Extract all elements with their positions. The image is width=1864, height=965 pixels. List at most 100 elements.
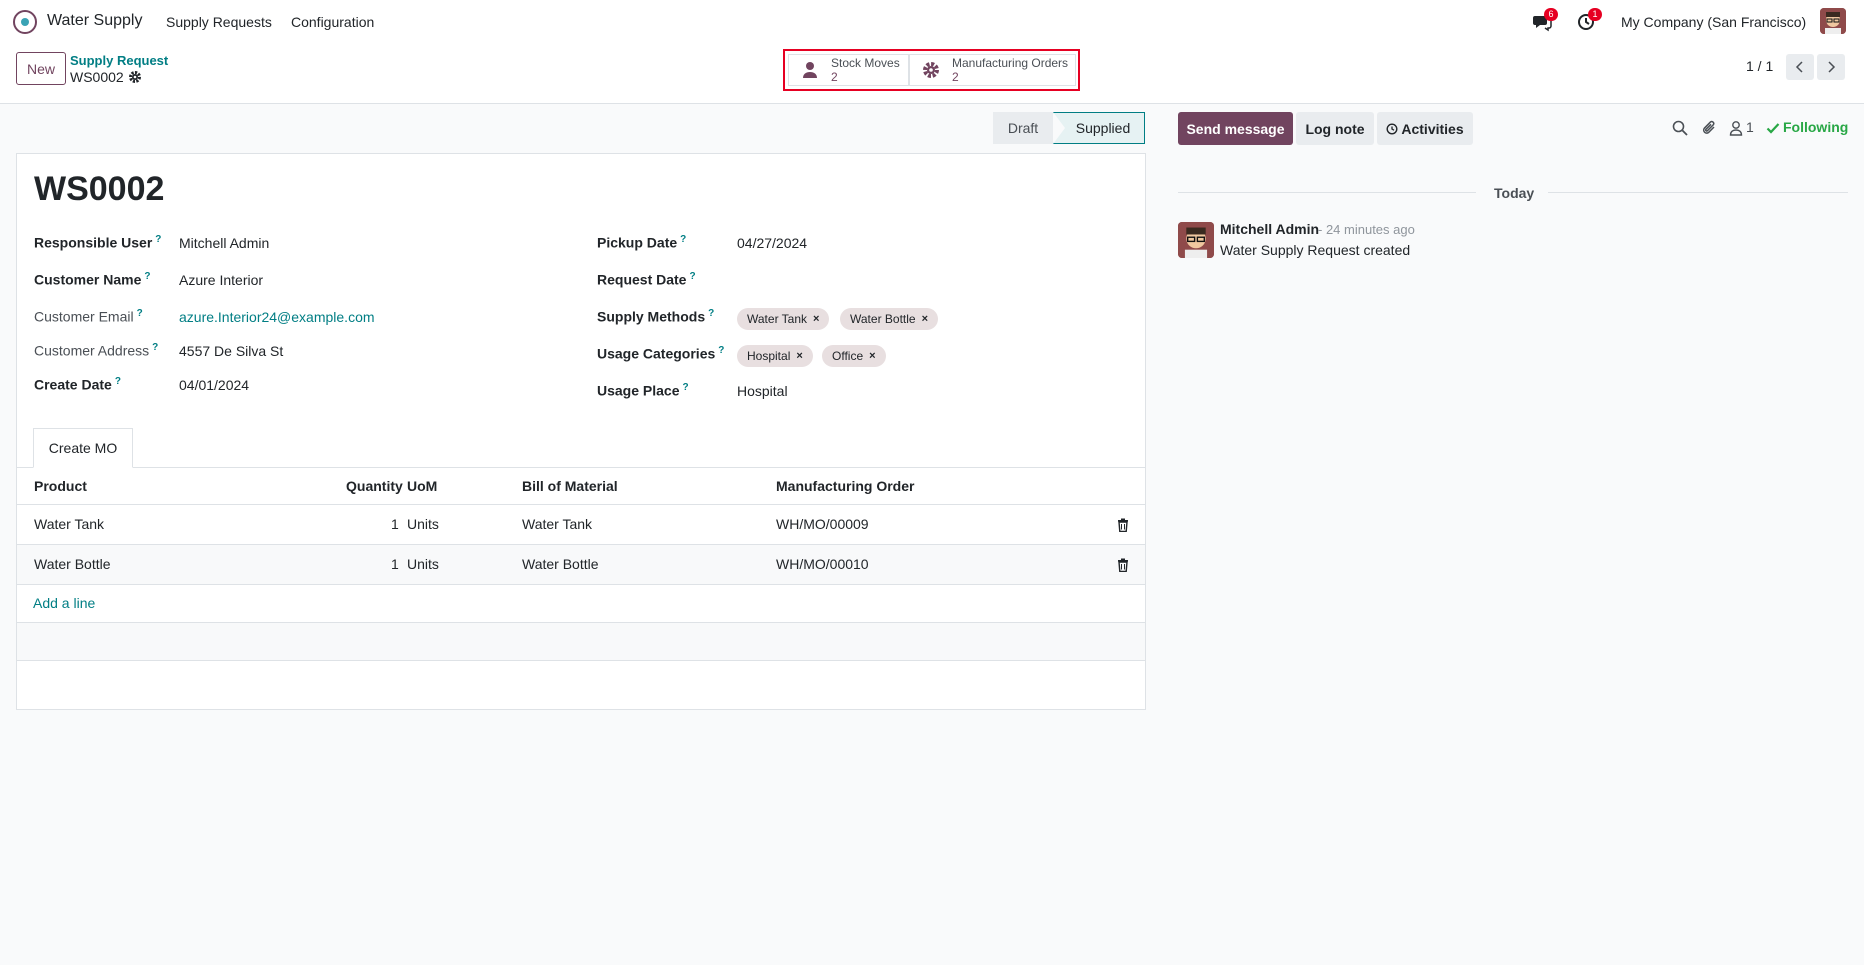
breadcrumb-record-name: WS0002 <box>70 69 124 85</box>
message-author[interactable]: Mitchell Admin <box>1220 221 1319 237</box>
pager-value[interactable]: 1 / 1 <box>1746 58 1773 74</box>
pager-previous-button[interactable] <box>1786 54 1814 80</box>
table-row[interactable]: Water Tank 1 Units Water Tank WH/MO/0000… <box>17 504 1145 544</box>
paperclip-icon[interactable] <box>1701 119 1719 137</box>
help-icon[interactable]: ? <box>718 345 724 356</box>
table-empty-row <box>17 622 1145 660</box>
message-author-avatar[interactable] <box>1178 222 1214 258</box>
top-navbar: Water Supply Supply Requests Configurati… <box>0 0 1864 44</box>
record-title[interactable]: WS0002 <box>34 170 164 209</box>
help-icon[interactable]: ? <box>680 234 686 245</box>
table-add-row: Add a line <box>17 584 1145 624</box>
tag-label: Hospital <box>747 349 791 363</box>
cell-manufacturing-order[interactable]: WH/MO/00009 <box>776 516 869 532</box>
usage-place-value[interactable]: Hospital <box>737 383 788 399</box>
new-button[interactable]: New <box>16 52 66 85</box>
activities-button[interactable]: Activities <box>1377 112 1473 145</box>
messages-badge: 6 <box>1544 8 1558 21</box>
company-switcher[interactable]: My Company (San Francisco) <box>1621 14 1806 30</box>
column-manufacturing-order[interactable]: Manufacturing Order <box>776 478 914 494</box>
activities-clock-icon[interactable]: 1 <box>1576 8 1602 32</box>
cell-uom[interactable]: Units <box>407 516 439 532</box>
messages-icon[interactable]: 6 <box>1532 8 1558 32</box>
cell-bill-of-material[interactable]: Water Bottle <box>522 556 599 572</box>
table-row[interactable]: Water Bottle 1 Units Water Bottle WH/MO/… <box>17 544 1145 584</box>
status-draft[interactable]: Draft <box>993 112 1053 144</box>
date-separator-today: Today <box>1494 185 1535 201</box>
tag-label: Water Bottle <box>850 312 916 326</box>
customer-email-value[interactable]: azure.Interior24@example.com <box>179 309 375 325</box>
tag-remove-icon[interactable]: × <box>922 313 928 325</box>
customer-name-value[interactable]: Azure Interior <box>179 272 263 288</box>
followers-user-icon[interactable] <box>1729 119 1743 137</box>
add-a-line-link[interactable]: Add a line <box>33 595 95 611</box>
cell-product[interactable]: Water Tank <box>34 516 104 532</box>
check-icon <box>1766 119 1780 137</box>
followers-count[interactable]: 1 <box>1746 119 1754 135</box>
help-icon[interactable]: ? <box>708 308 714 319</box>
usage-categories-label: Usage Categories? <box>597 345 724 362</box>
stock-moves-smart-button[interactable]: Stock Moves 2 <box>788 54 909 86</box>
activities-button-label: Activities <box>1401 120 1464 137</box>
log-note-button[interactable]: Log note <box>1296 112 1374 145</box>
app-name[interactable]: Water Supply <box>47 12 142 30</box>
customer-email-label-text: Customer Email <box>34 308 134 325</box>
cell-quantity[interactable]: 1 <box>391 516 399 532</box>
trash-icon[interactable] <box>1116 558 1130 572</box>
tag-remove-icon[interactable]: × <box>869 350 875 362</box>
supply-methods-label: Supply Methods? <box>597 308 714 325</box>
supply-method-tag: Water Tank × <box>737 308 830 330</box>
breadcrumb-supply-request[interactable]: Supply Request <box>70 53 168 68</box>
stock-moves-label: Stock Moves <box>831 56 900 70</box>
pager-next-button[interactable] <box>1817 54 1845 80</box>
record-actions-gear-icon[interactable] <box>128 70 142 84</box>
column-bill-of-material[interactable]: Bill of Material <box>522 478 618 494</box>
trash-icon[interactable] <box>1116 518 1130 532</box>
help-icon[interactable]: ? <box>683 382 689 393</box>
pickup-date-value[interactable]: 04/27/2024 <box>737 235 807 251</box>
column-product[interactable]: Product <box>34 478 87 494</box>
smart-buttons-highlight: Stock Moves 2 Manufacturing Orders 2 <box>783 49 1080 91</box>
help-icon[interactable]: ? <box>144 271 150 282</box>
user-avatar[interactable] <box>1820 8 1846 34</box>
message-body: Water Supply Request created <box>1220 242 1411 258</box>
manufacturing-orders-count: 2 <box>952 70 959 84</box>
message-time: - 24 minutes ago <box>1318 222 1415 237</box>
pickup-date-label-text: Pickup Date <box>597 234 678 251</box>
send-message-button[interactable]: Send message <box>1178 112 1293 145</box>
column-quantity[interactable]: Quantity <box>346 478 403 494</box>
cell-uom[interactable]: Units <box>407 556 439 572</box>
tag-remove-icon[interactable]: × <box>813 313 819 325</box>
status-supplied[interactable]: Supplied <box>1053 112 1145 144</box>
responsible-user-value[interactable]: Mitchell Admin <box>179 235 269 251</box>
manufacturing-orders-smart-button[interactable]: Manufacturing Orders 2 <box>909 54 1076 86</box>
customer-address-value[interactable]: 4557 De Silva St <box>179 343 283 359</box>
search-icon[interactable] <box>1671 119 1689 137</box>
table-bottom-border <box>17 660 1145 661</box>
cell-quantity[interactable]: 1 <box>391 556 399 572</box>
cell-bill-of-material[interactable]: Water Tank <box>522 516 592 532</box>
help-icon[interactable]: ? <box>137 308 143 319</box>
cell-manufacturing-order[interactable]: WH/MO/00010 <box>776 556 869 572</box>
responsible-user-label-text: Responsible User <box>34 234 153 251</box>
usage-place-label: Usage Place? <box>597 382 689 399</box>
gear-icon <box>922 61 940 79</box>
cell-product[interactable]: Water Bottle <box>34 556 111 572</box>
help-icon[interactable]: ? <box>115 376 121 387</box>
tab-create-mo[interactable]: Create MO <box>33 428 133 468</box>
customer-name-label: Customer Name? <box>34 271 150 288</box>
menu-supply-requests[interactable]: Supply Requests <box>166 14 272 30</box>
user-icon <box>801 61 819 79</box>
clock-icon <box>1386 122 1398 135</box>
stock-moves-count: 2 <box>831 70 838 84</box>
column-uom[interactable]: UoM <box>407 478 437 494</box>
help-icon[interactable]: ? <box>155 234 161 245</box>
tag-remove-icon[interactable]: × <box>796 350 802 362</box>
following-button[interactable]: Following <box>1783 119 1848 135</box>
help-icon[interactable]: ? <box>689 271 695 282</box>
menu-configuration[interactable]: Configuration <box>291 14 374 30</box>
app-logo-icon[interactable] <box>13 10 37 34</box>
request-date-value[interactable] <box>737 272 937 290</box>
help-icon[interactable]: ? <box>152 342 158 353</box>
create-date-value[interactable]: 04/01/2024 <box>179 377 249 393</box>
